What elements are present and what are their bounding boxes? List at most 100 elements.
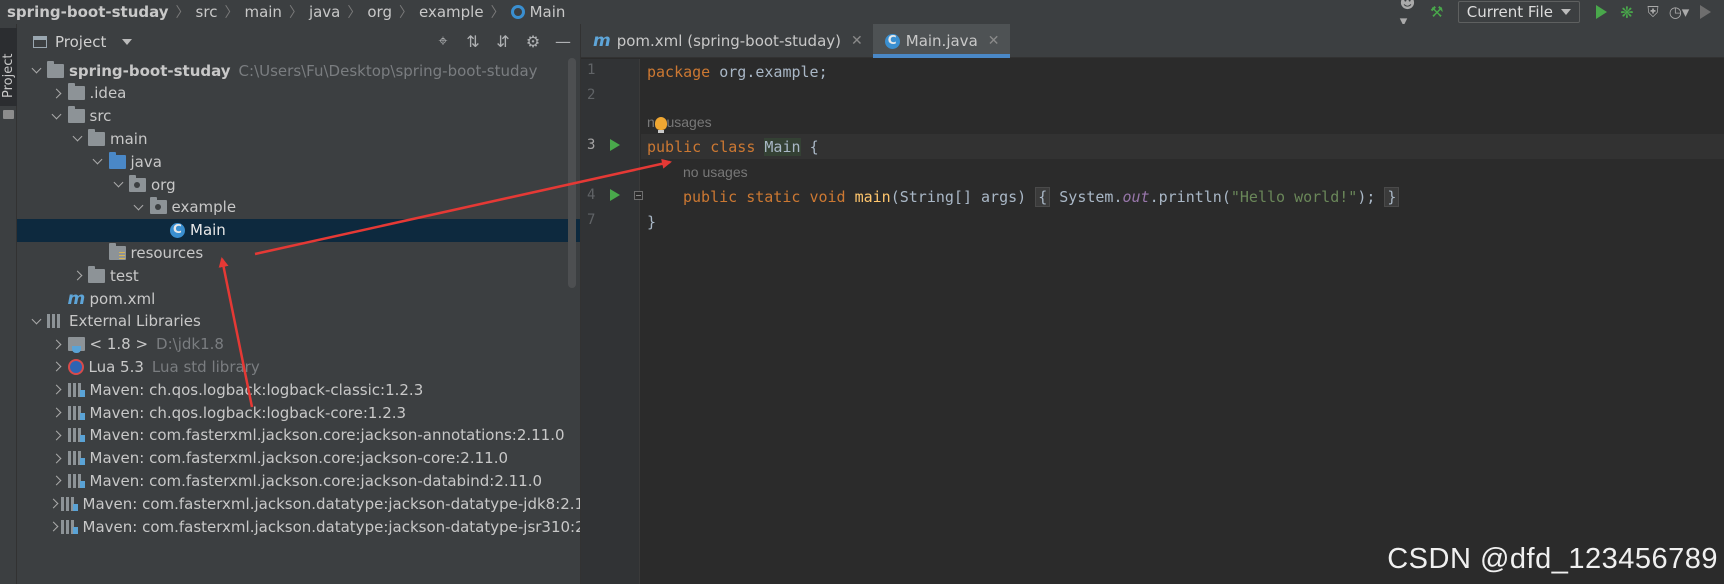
editor-gutter[interactable]: 1 2 3 4 7 <box>581 59 643 584</box>
tree-row[interactable]: src <box>17 105 580 128</box>
tree-row[interactable]: org <box>17 173 580 196</box>
chevron-right-icon[interactable] <box>70 269 84 283</box>
tree-row-detail: Lua std library <box>151 357 260 376</box>
code-text: org.example; <box>710 62 828 81</box>
collapse-all-icon[interactable]: ⇵ <box>492 30 514 52</box>
tree-row-label: Lua 5.3 <box>88 357 144 376</box>
tree-row[interactable]: Maven: com.fasterxml.jackson.datatype:ja… <box>17 515 580 538</box>
tree-row[interactable]: Lua 5.3 Lua std library <box>17 355 580 378</box>
chevron-right-icon[interactable] <box>50 497 57 511</box>
tree-row-label: Maven: ch.qos.logback:logback-classic:1.… <box>89 380 424 399</box>
tree-row[interactable]: Maven: com.fasterxml.jackson.core:jackso… <box>17 424 580 447</box>
tree-row-label: External Libraries <box>69 312 201 331</box>
run-gutter-icon[interactable] <box>610 189 620 201</box>
tree-row[interactable]: External Libraries <box>17 310 580 333</box>
maven-library-icon <box>67 451 85 466</box>
tree-row[interactable]: test <box>17 264 580 287</box>
tree-row[interactable]: Maven: com.fasterxml.jackson.core:jackso… <box>17 447 580 470</box>
breadcrumb-item[interactable]: Main <box>510 0 566 24</box>
breadcrumb-item[interactable]: spring-boot-studay <box>0 0 169 24</box>
code-text: ); <box>1357 187 1376 206</box>
build-hammer-icon[interactable]: ⚒ <box>1426 1 1448 23</box>
maven-library-icon <box>60 496 78 511</box>
chevron-down-icon[interactable] <box>29 64 43 78</box>
tree-row[interactable]: Maven: com.fasterxml.jackson.core:jackso… <box>17 469 580 492</box>
tree-row[interactable]: .idea <box>17 82 580 105</box>
breadcrumb-label: example <box>418 3 484 21</box>
minimize-icon[interactable]: — <box>552 30 574 52</box>
tree-row[interactable]: Maven: com.fasterxml.jackson.datatype:ja… <box>17 492 580 515</box>
lightbulb-icon[interactable] <box>655 117 667 133</box>
tree-row[interactable]: resources <box>17 241 580 264</box>
tree-row[interactable]: Maven: ch.qos.logback:logback-classic:1.… <box>17 378 580 401</box>
breadcrumb-label: Main <box>529 3 566 21</box>
chevron-right-icon[interactable] <box>50 360 64 374</box>
brace: } <box>647 212 657 231</box>
project-view-selector[interactable]: Project <box>17 33 133 51</box>
chevron-right-icon[interactable] <box>50 451 64 465</box>
line-number: 1 <box>587 62 596 78</box>
project-tool-window-button[interactable]: Project <box>0 28 17 106</box>
tree-row[interactable]: spring-boot-studay C:\Users\Fu\Desktop\sp… <box>17 59 580 82</box>
folder-icon <box>67 106 85 124</box>
chevron-right-icon[interactable] <box>50 428 64 442</box>
user-icon[interactable]: ☻▾ <box>1400 0 1422 30</box>
tab-main-java[interactable]: Main.java ✕ <box>872 24 1010 58</box>
code-editor[interactable]: package org.example; no usages public cl… <box>641 59 1724 584</box>
breadcrumb-item[interactable]: main <box>244 0 281 24</box>
tree-row[interactable]: main <box>17 127 580 150</box>
chevron-down-icon[interactable] <box>111 178 125 192</box>
folded-brace[interactable]: { <box>1035 186 1051 207</box>
code-line: public class Main { <box>641 134 1724 159</box>
debug-icon[interactable]: ❋ <box>1616 1 1638 23</box>
tree-scrollbar[interactable] <box>568 58 576 288</box>
editor-area: m pom.xml (spring-boot-studay) ✕ Main.ja… <box>580 24 1724 584</box>
tree-row[interactable]: m pom.xml <box>17 287 580 310</box>
maven-icon: m <box>67 288 86 309</box>
coverage-icon[interactable]: ⛨ <box>1642 1 1664 23</box>
chevron-right-icon[interactable] <box>50 406 64 420</box>
tree-row[interactable]: < 1.8 > D:\jdk1.8 <box>17 333 580 356</box>
breadcrumb-item[interactable]: java <box>309 0 340 24</box>
locate-icon[interactable]: ⌖ <box>432 30 454 52</box>
close-icon[interactable]: ✕ <box>851 33 863 49</box>
tree-row-label: main <box>110 129 148 148</box>
folded-brace[interactable]: } <box>1384 186 1400 207</box>
breadcrumb-item[interactable]: src <box>196 0 218 24</box>
tab-pom-xml[interactable]: m pom.xml (spring-boot-studay) ✕ <box>581 24 873 58</box>
tree-row[interactable]: Main <box>17 218 580 242</box>
chevron-down-icon[interactable] <box>50 109 64 123</box>
tree-row-detail: D:\jdk1.8 <box>156 335 224 354</box>
chevron-down-icon[interactable] <box>70 132 84 146</box>
tree-row[interactable]: Maven: ch.qos.logback:logback-core:1.2.3 <box>17 401 580 424</box>
package-icon <box>129 174 146 192</box>
code-text: System. <box>1050 187 1123 206</box>
navigation-bar: spring-boot-studay 〉 src 〉 main 〉 java 〉 org 〉 exa… <box>0 0 1724 30</box>
chevron-right-icon[interactable] <box>50 383 64 397</box>
chevron-down-icon <box>122 38 133 45</box>
usages-hint[interactable]: no usages <box>683 164 748 180</box>
run-gray-icon[interactable] <box>1694 1 1716 23</box>
run-gutter-icon[interactable] <box>610 139 620 151</box>
chevron-down-icon[interactable] <box>132 200 146 214</box>
chevron-right-icon[interactable] <box>50 520 57 534</box>
run-configuration-select[interactable]: Current File <box>1457 1 1580 23</box>
chevron-down-icon[interactable] <box>91 155 105 169</box>
chevron-right-icon[interactable] <box>50 86 64 100</box>
tree-row[interactable]: java <box>17 150 580 173</box>
close-icon[interactable]: ✕ <box>988 33 1000 49</box>
editor-tab-bar: m pom.xml (spring-boot-studay) ✕ Main.ja… <box>581 24 1724 58</box>
method-name: main <box>854 187 891 206</box>
gear-icon[interactable]: ⚙ <box>522 30 544 52</box>
chevron-down-icon[interactable] <box>29 314 43 328</box>
tree-row[interactable]: example <box>17 196 580 219</box>
expand-all-icon[interactable]: ⇅ <box>462 30 484 52</box>
chevron-right-icon[interactable] <box>50 337 64 351</box>
run-icon[interactable] <box>1590 1 1612 23</box>
breadcrumb-label: main <box>244 3 282 21</box>
breadcrumb-item[interactable]: example <box>419 0 484 24</box>
profile-icon[interactable]: ◷▾ <box>1668 1 1690 23</box>
tree-row-label: spring-boot-studay <box>69 61 231 80</box>
breadcrumb-item[interactable]: org <box>367 0 392 24</box>
chevron-right-icon[interactable] <box>50 474 64 488</box>
